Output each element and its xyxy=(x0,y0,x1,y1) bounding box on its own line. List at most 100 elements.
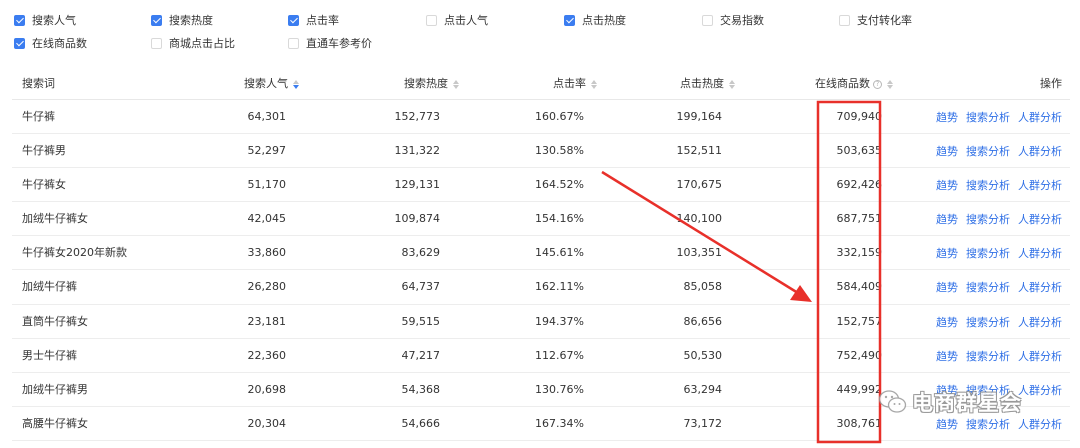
trend-link[interactable]: 趋势 xyxy=(936,211,958,227)
checkbox-icon[interactable] xyxy=(702,14,713,26)
cell-click-heat: 85,058 xyxy=(683,280,723,294)
cell-search-popularity: 33,860 xyxy=(247,246,287,260)
sort-icon[interactable] xyxy=(453,79,460,89)
search-analysis-link[interactable]: 搜索分析 xyxy=(966,143,1010,159)
cell-click-rate: 154.16% xyxy=(535,212,584,226)
watermark: 电商群星会 xyxy=(878,386,1022,418)
search-analysis-link[interactable]: 搜索分析 xyxy=(966,109,1010,125)
header-actions: 操作 xyxy=(1040,68,1062,100)
cell-click-rate: 162.11% xyxy=(535,280,584,294)
search-analysis-link[interactable]: 搜索分析 xyxy=(966,211,1010,227)
header-keyword: 搜索词 xyxy=(22,68,55,100)
trend-link[interactable]: 趋势 xyxy=(936,348,958,364)
crowd-analysis-link[interactable]: 人群分析 xyxy=(1018,109,1062,125)
checkbox-icon[interactable] xyxy=(288,14,299,26)
checkbox-icon[interactable] xyxy=(839,14,850,26)
filter-search-popularity[interactable]: 搜索人气 xyxy=(14,12,76,28)
filter-label: 在线商品数 xyxy=(32,37,87,50)
filter-online-items[interactable]: 在线商品数 xyxy=(14,35,87,51)
cell-click-rate: 167.34% xyxy=(535,416,584,430)
cell-search-heat: 129,131 xyxy=(394,178,441,192)
checkbox-icon[interactable] xyxy=(426,14,437,26)
cell-click-rate: 112.67% xyxy=(535,348,584,362)
search-analysis-link[interactable]: 搜索分析 xyxy=(966,245,1010,261)
crowd-analysis-link[interactable]: 人群分析 xyxy=(1018,245,1062,261)
filter-label: 商城点击占比 xyxy=(169,37,235,50)
filter-pay-conversion[interactable]: 支付转化率 xyxy=(839,12,912,28)
filter-click-heat[interactable]: 点击热度 xyxy=(564,12,626,28)
cell-keyword: 高腰牛仔裤女 xyxy=(22,416,88,430)
header-label: 搜索人气 xyxy=(244,77,288,90)
cell-online-items: 449,992 xyxy=(836,382,883,396)
trend-link[interactable]: 趋势 xyxy=(936,245,958,261)
table-row: 牛仔裤女2020年新款 33,860 83,629 145.61% 103,351 332… xyxy=(12,236,1070,271)
filter-click-popularity[interactable]: 点击人气 xyxy=(426,12,488,28)
sort-icon[interactable] xyxy=(887,79,894,89)
cell-click-heat: 103,351 xyxy=(676,246,723,260)
filter-mall-click-share[interactable]: 商城点击占比 xyxy=(151,35,235,51)
trend-link[interactable]: 趋势 xyxy=(936,143,958,159)
header-click-heat[interactable]: 点击热度 xyxy=(680,68,736,100)
checkbox-icon[interactable] xyxy=(14,37,25,49)
trend-link[interactable]: 趋势 xyxy=(936,314,958,330)
checkbox-icon[interactable] xyxy=(151,37,162,49)
crowd-analysis-link[interactable]: 人群分析 xyxy=(1018,211,1062,227)
crowd-analysis-link[interactable]: 人群分析 xyxy=(1018,143,1062,159)
crowd-analysis-link[interactable]: 人群分析 xyxy=(1018,382,1062,398)
sort-icon[interactable] xyxy=(293,79,300,89)
filter-ztc-ref-price[interactable]: 直通车参考价 xyxy=(288,35,372,51)
header-online-items[interactable]: 在线商品数 ? xyxy=(815,68,894,100)
cell-keyword: 加绒牛仔裤女 xyxy=(22,212,88,226)
search-analysis-link[interactable]: 搜索分析 xyxy=(966,177,1010,193)
cell-online-items: 584,409 xyxy=(836,280,883,294)
search-analysis-link[interactable]: 搜索分析 xyxy=(966,416,1010,432)
row-actions: 趋势 搜索分析 人群分析 xyxy=(936,168,1062,202)
cell-keyword: 加绒牛仔裤男 xyxy=(22,382,88,396)
cell-online-items: 687,751 xyxy=(836,212,883,226)
crowd-analysis-link[interactable]: 人群分析 xyxy=(1018,177,1062,193)
cell-click-heat: 140,100 xyxy=(676,212,723,226)
filter-trade-index[interactable]: 交易指数 xyxy=(702,12,764,28)
trend-link[interactable]: 趋势 xyxy=(936,109,958,125)
header-click-rate[interactable]: 点击率 xyxy=(553,68,598,100)
search-analysis-link[interactable]: 搜索分析 xyxy=(966,314,1010,330)
crowd-analysis-link[interactable]: 人群分析 xyxy=(1018,314,1062,330)
crowd-analysis-link[interactable]: 人群分析 xyxy=(1018,348,1062,364)
cell-search-heat: 109,874 xyxy=(394,212,441,226)
cell-click-rate: 130.76% xyxy=(535,382,584,396)
info-icon[interactable]: ? xyxy=(873,79,882,89)
table-row: 牛仔裤 64,301 152,773 160.67% 199,164 709,940 趋势搜… xyxy=(12,100,1070,135)
trend-link[interactable]: 趋势 xyxy=(936,416,958,432)
header-search-popularity[interactable]: 搜索人气 xyxy=(244,68,300,100)
cell-online-items: 752,490 xyxy=(836,348,883,362)
header-search-heat[interactable]: 搜索热度 xyxy=(404,68,460,100)
wechat-logo-icon xyxy=(878,390,907,413)
filter-search-heat[interactable]: 搜索热度 xyxy=(151,12,213,28)
cell-search-popularity: 51,170 xyxy=(247,178,287,192)
row-actions: 趋势 搜索分析 人群分析 xyxy=(936,236,1062,270)
table-row: 牛仔裤女 51,170 129,131 164.52% 170,675 692,426 趋势… xyxy=(12,168,1070,203)
cell-search-popularity: 64,301 xyxy=(247,110,287,123)
cell-search-popularity: 26,280 xyxy=(247,280,287,294)
search-analysis-link[interactable]: 搜索分析 xyxy=(966,279,1010,295)
cell-keyword: 牛仔裤男 xyxy=(22,144,66,158)
trend-link[interactable]: 趋势 xyxy=(936,177,958,193)
keyword-table: 搜索词 搜索人气 搜索热度 点击率 点击热度 在线商品数 ? 操作 牛仔裤 64,… xyxy=(12,68,1070,441)
cell-search-heat: 64,737 xyxy=(401,280,441,294)
filter-click-rate[interactable]: 点击率 xyxy=(288,12,339,28)
filter-label: 搜索热度 xyxy=(169,14,213,27)
trend-link[interactable]: 趋势 xyxy=(936,279,958,295)
cell-click-rate: 194.37% xyxy=(535,314,584,328)
crowd-analysis-link[interactable]: 人群分析 xyxy=(1018,416,1062,432)
checkbox-icon[interactable] xyxy=(151,14,162,26)
checkbox-icon[interactable] xyxy=(14,14,25,26)
checkbox-icon[interactable] xyxy=(564,14,575,26)
checkbox-icon[interactable] xyxy=(288,37,299,49)
crowd-analysis-link[interactable]: 人群分析 xyxy=(1018,279,1062,295)
cell-online-items: 692,426 xyxy=(836,178,883,192)
search-analysis-link[interactable]: 搜索分析 xyxy=(966,348,1010,364)
cell-keyword: 加绒牛仔裤 xyxy=(22,280,77,294)
sort-icon[interactable] xyxy=(591,79,598,89)
header-label: 在线商品数 xyxy=(815,77,870,90)
sort-icon[interactable] xyxy=(729,79,736,89)
